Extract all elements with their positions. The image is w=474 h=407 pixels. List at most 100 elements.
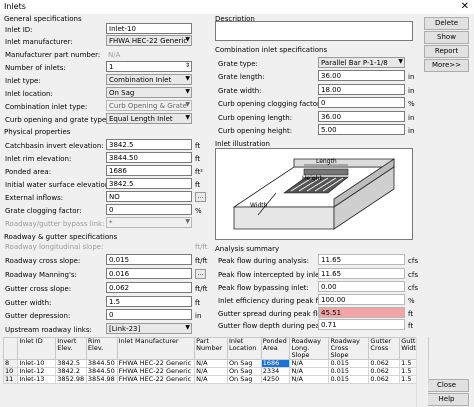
table-cell[interactable]: N/A [289, 375, 330, 384]
table-cell[interactable]: 3854.98 [85, 375, 118, 384]
table-cell[interactable]: On Sag [226, 375, 262, 384]
show-button[interactable]: Show [424, 31, 469, 44]
curb-length-unit: in [408, 114, 415, 122]
analysis-label: Peak flow intercepted by inlet: [218, 271, 325, 279]
close-window-icon[interactable]: ✕ [461, 1, 469, 12]
analysis-label: Inlet efficiency during peak flow: [218, 297, 333, 305]
table-cell[interactable]: N/A [194, 375, 228, 384]
table-column-header[interactable]: Roadway Cross Slope [328, 337, 370, 360]
inlet-location-select[interactable]: On Sag ▼ [106, 87, 192, 98]
inlet-location-label: Inlet location: [5, 90, 53, 98]
inlets-table: Inlet ID Invert Elev. Rim Elev. Inlet Manuf… [2, 337, 429, 384]
analysis-heading: Analysis summary [215, 245, 280, 253]
table-column-header[interactable]: Inlet Location [226, 337, 262, 360]
close-button[interactable]: Close [424, 379, 469, 392]
table-cell[interactable]: 0.062 [368, 375, 401, 384]
table-vertical-scrollbar[interactable] [416, 337, 428, 407]
chevron-down-icon: ▼ [185, 114, 190, 121]
spin-arrows-icon[interactable]: ⇕ [185, 62, 190, 69]
gutter-width-unit: ft [195, 299, 201, 307]
table-cell[interactable]: 4250 [260, 375, 291, 384]
upstream-select[interactable]: [Link-23] ▼ [106, 323, 192, 334]
description-textarea[interactable] [215, 21, 413, 41]
report-button[interactable]: Report [424, 45, 469, 58]
more-button[interactable]: More>> [424, 59, 469, 72]
analysis-value: 0.00 [318, 281, 405, 292]
gutter-cross-field[interactable]: 0.062 [106, 282, 192, 293]
chevron-down-icon: ▼ [185, 324, 190, 331]
analysis-unit: ft [408, 310, 414, 318]
analysis-value: 100.00 [318, 294, 405, 305]
bypass-select[interactable]: * ▼ [106, 217, 192, 228]
combo-type-select[interactable]: Curb Opening & Grate ▼ [106, 100, 192, 111]
cross-slope-field[interactable]: 0.015 [106, 254, 192, 265]
initial-ws-field[interactable]: 3842.5 [106, 178, 192, 189]
mannings-button[interactable]: ... [195, 269, 206, 279]
chevron-down-icon: ▼ [398, 58, 403, 65]
chevron-down-icon: ▼ [185, 75, 190, 82]
curb-height-unit: in [408, 127, 415, 135]
grate-length-field[interactable]: 36.00 [318, 70, 405, 81]
ponded-field[interactable]: 1686 [106, 165, 192, 176]
combo-type-value: Curb Opening & Grate [109, 102, 187, 110]
num-inlets-stepper[interactable]: 1 ⇕ [106, 61, 192, 72]
table-column-header[interactable] [2, 337, 19, 360]
inlet-diagram-svg: Length Height Width [232, 158, 396, 230]
cross-slope-unit: ft/ft [195, 257, 208, 265]
upstream-value: [Link-23] [109, 325, 141, 333]
invert-label: Catchbasin invert elevation: [5, 142, 104, 150]
inlet-id-field[interactable]: Inlet-10 [106, 23, 192, 34]
table-header-row: Inlet ID Invert Elev. Rim Elev. Inlet Manuf… [2, 337, 429, 360]
table-cell[interactable]: 11 [2, 375, 19, 384]
curb-clog-label: Curb opening clogging factor: [218, 100, 323, 108]
rim-label: Inlet rim elevation: [5, 155, 72, 163]
table-column-header[interactable]: Rim Elev. [85, 337, 118, 360]
table-row[interactable]: 11 Inlet-13 3852.98 3854.98 FHWA HEC-22 Gene… [2, 375, 429, 384]
invert-field[interactable]: 3842.5 [106, 139, 192, 150]
bypass-value: * [109, 219, 113, 227]
rim-field[interactable]: 3844.50 [106, 152, 192, 163]
curb-height-field[interactable]: 5.00 [318, 124, 405, 135]
gutter-width-field[interactable]: 1.5 [106, 296, 192, 307]
table-cell[interactable]: 3852.98 [55, 375, 87, 384]
general-heading: General specifications [4, 15, 82, 23]
table-cell[interactable]: 0.015 [328, 375, 370, 384]
gutter-depression-field[interactable]: 0 [106, 309, 192, 320]
part-value: N/A [108, 51, 121, 59]
clog-field[interactable]: 0 [106, 204, 192, 215]
inlet-type-select[interactable]: Combination Inlet ▼ [106, 74, 192, 85]
curb-grate-select[interactable]: Equal Length Inlet ▼ [106, 113, 192, 124]
num-inlets-label: Number of inlets: [5, 64, 66, 72]
window-title: Inlets [4, 2, 26, 11]
help-button[interactable]: Help [424, 393, 469, 406]
curb-grate-value: Equal Length Inlet [109, 115, 173, 123]
bypass-label: Roadway/gutter bypass link: [5, 220, 105, 228]
table-column-header[interactable]: Ponded Area [260, 337, 291, 360]
chevron-down-icon: ▼ [185, 101, 190, 108]
curb-clog-unit: % [408, 100, 415, 108]
table-column-header[interactable]: Inlet Manufacturer [116, 337, 196, 360]
grate-type-select[interactable]: Parallel Bar P-1-1/8 ▼ [318, 57, 405, 68]
curb-length-field[interactable]: 36.00 [318, 111, 405, 122]
analysis-label: Gutter spread during peak flow: [218, 310, 330, 318]
inlet-location-value: On Sag [109, 89, 135, 97]
table-column-header[interactable]: Inlet ID [17, 337, 57, 360]
grate-width-field[interactable]: 18.00 [318, 84, 405, 95]
table-column-header[interactable]: Part Number [194, 337, 228, 360]
mannings-field[interactable]: 0.016 [106, 268, 192, 279]
external-inflows-field[interactable]: NO [106, 191, 192, 202]
external-inflows-button[interactable]: ... [195, 192, 206, 202]
curb-clog-field[interactable]: 0 [318, 97, 405, 108]
table-column-header[interactable]: Invert Elev. [55, 337, 87, 360]
analysis-unit: ft [408, 322, 414, 330]
delete-button[interactable]: Delete [424, 17, 469, 30]
manufacturer-select[interactable]: FHWA HEC-22 Generic ▼ [106, 35, 192, 46]
table-cell[interactable]: Inlet-13 [17, 375, 57, 384]
table-column-header[interactable]: Gutter Cross [368, 337, 401, 360]
num-inlets-value: 1 [109, 63, 114, 71]
long-slope-unit: ft/ft [195, 243, 208, 251]
table-cell[interactable]: FHWA HEC-22 Generic [116, 375, 196, 384]
gutter-cross-label: Gutter cross slope: [5, 285, 72, 293]
table-column-header[interactable]: Roadway Long. Slope [289, 337, 330, 360]
analysis-unit: % [408, 297, 415, 305]
